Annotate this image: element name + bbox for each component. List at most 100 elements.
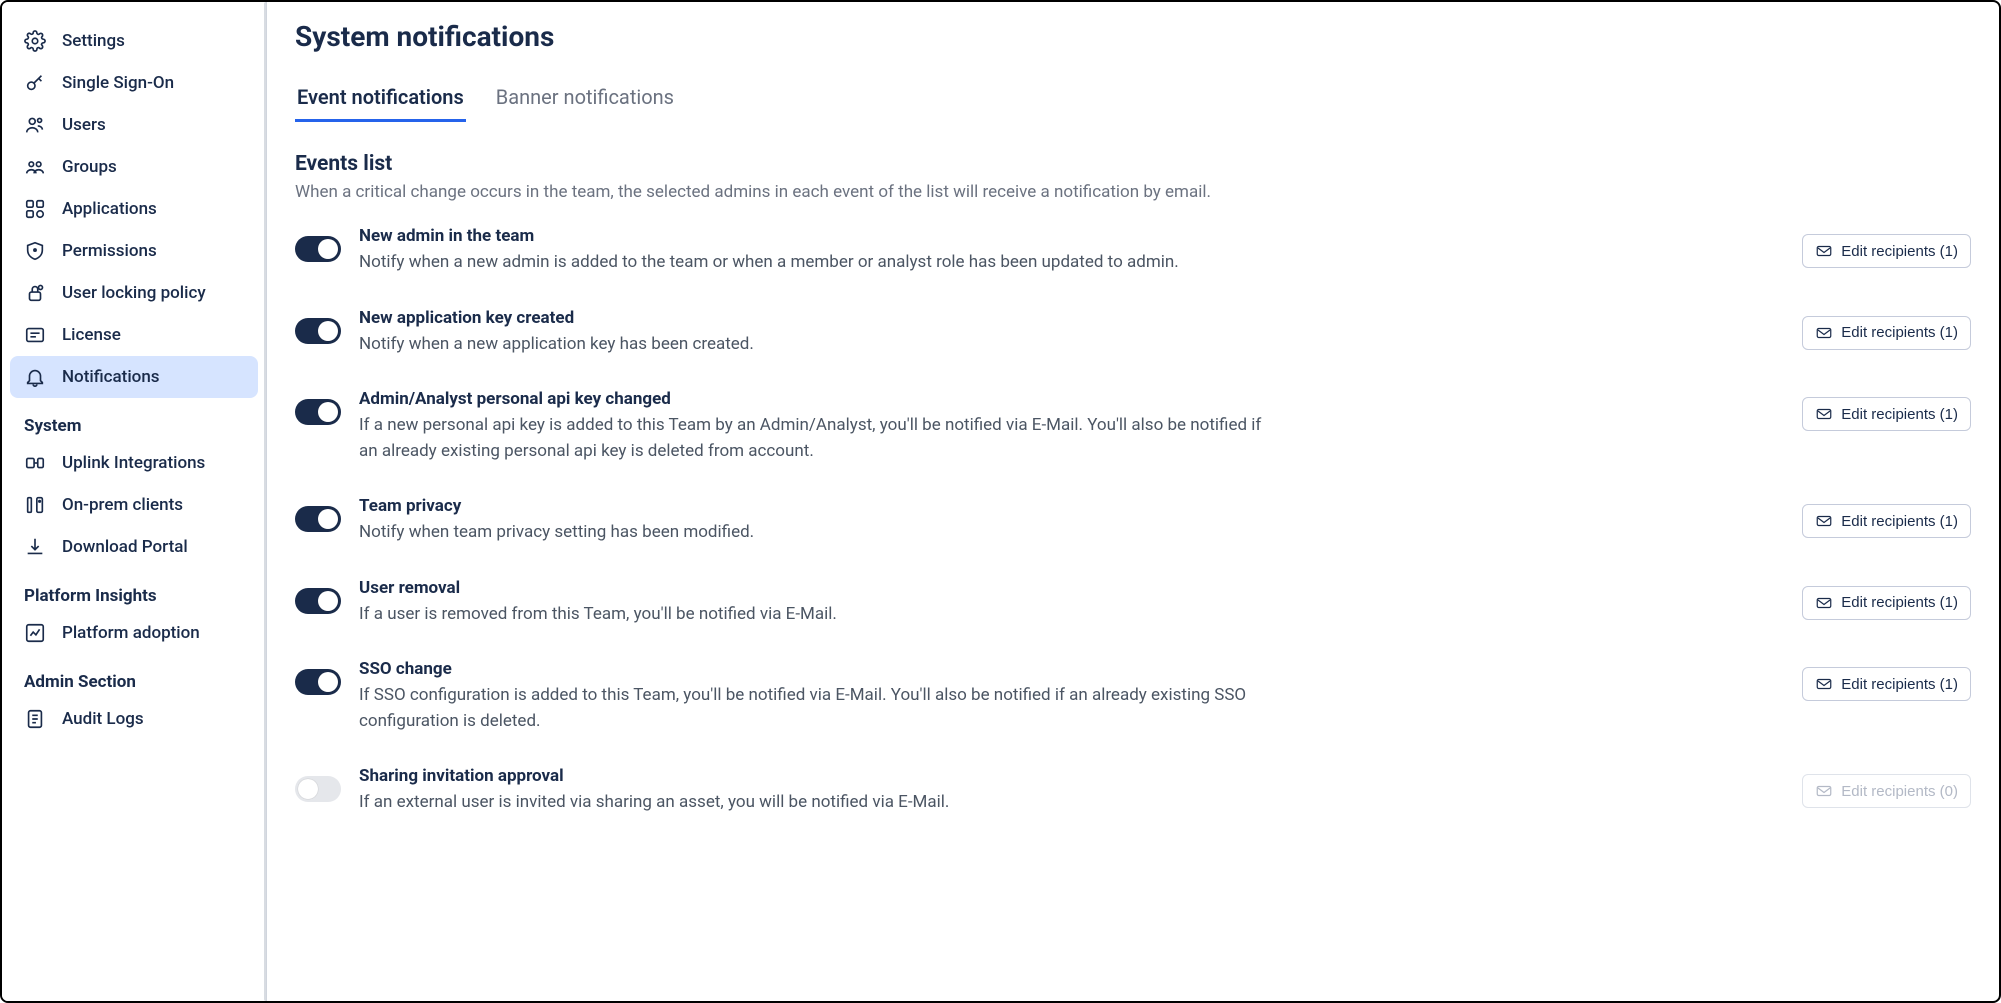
uplink-icon (24, 452, 46, 474)
sidebar-item-label: Platform adoption (62, 623, 200, 643)
mail-icon (1815, 675, 1833, 693)
event-toggle[interactable] (295, 236, 341, 262)
sidebar-item-license[interactable]: License (10, 314, 258, 356)
mail-icon (1815, 405, 1833, 423)
sidebar-item-label: Groups (62, 157, 117, 177)
event-text: New application key createdNotify when a… (359, 308, 1784, 358)
mail-icon (1815, 324, 1833, 342)
event-toggle[interactable] (295, 776, 341, 802)
sidebar-section-header: System (10, 398, 258, 442)
events-list-description: When a critical change occurs in the tea… (295, 182, 1971, 202)
server-icon (24, 494, 46, 516)
event-text: SSO changeIf SSO configuration is added … (359, 659, 1784, 734)
sidebar-item-notifications[interactable]: Notifications (10, 356, 258, 398)
edit-recipients-button[interactable]: Edit recipients (1) (1802, 397, 1971, 431)
event-row: SSO changeIf SSO configuration is added … (295, 649, 1971, 756)
event-toggle[interactable] (295, 506, 341, 532)
event-title: Sharing invitation approval (359, 766, 1784, 786)
event-description: Notify when a new application key has be… (359, 332, 1279, 358)
sidebar-item-label: On-prem clients (62, 495, 183, 515)
nav-list: Audit Logs (10, 698, 258, 740)
log-icon (24, 708, 46, 730)
sidebar-item-label: Notifications (62, 367, 160, 387)
event-text: Team privacyNotify when team privacy set… (359, 496, 1784, 546)
sidebar-item-label: Settings (62, 31, 125, 51)
event-toggle[interactable] (295, 399, 341, 425)
event-text: Admin/Analyst personal api key changed If… (359, 389, 1784, 464)
event-row: Sharing invitation approvalIf an externa… (295, 756, 1971, 838)
sidebar-item-user-locking[interactable]: User locking policy (10, 272, 258, 314)
sidebar-item-label: License (62, 325, 121, 345)
sidebar-section-header: Admin Section (10, 654, 258, 698)
sidebar-item-uplink[interactable]: Uplink Integrations (10, 442, 258, 484)
sidebar-item-label: Users (62, 115, 106, 135)
edit-recipients-label: Edit recipients (1) (1841, 243, 1958, 260)
sidebar-item-adoption[interactable]: Platform adoption (10, 612, 258, 654)
sidebar-item-label: Applications (62, 199, 157, 219)
sidebar: Settings Single Sign-On Users Groups Applica… (2, 2, 267, 1001)
event-description: If a new personal api key is added to th… (359, 413, 1279, 464)
sidebar-section-header: Platform Insights (10, 568, 258, 612)
sidebar-item-applications[interactable]: Applications (10, 188, 258, 230)
sidebar-item-label: Single Sign-On (62, 73, 174, 93)
sidebar-item-settings[interactable]: Settings (10, 20, 258, 62)
gear-icon (24, 30, 46, 52)
apps-icon (24, 198, 46, 220)
edit-recipients-button: Edit recipients (0) (1802, 774, 1971, 808)
edit-recipients-button[interactable]: Edit recipients (1) (1802, 316, 1971, 350)
bell-icon (24, 366, 46, 388)
tab-event[interactable]: Event notifications (295, 75, 466, 122)
groups-icon (24, 156, 46, 178)
nav-list: Settings Single Sign-On Users Groups Applica… (10, 20, 258, 398)
events-list: New admin in the team Notify when a new a… (295, 216, 1971, 838)
tab-banner[interactable]: Banner notifications (494, 75, 676, 122)
license-icon (24, 324, 46, 346)
edit-recipients-button[interactable]: Edit recipients (1) (1802, 504, 1971, 538)
sidebar-item-users[interactable]: Users (10, 104, 258, 146)
sidebar-item-download[interactable]: Download Portal (10, 526, 258, 568)
event-row: Admin/Analyst personal api key changed If… (295, 379, 1971, 486)
main-content: System notifications Event notifications… (267, 2, 1999, 1001)
sidebar-item-label: Audit Logs (62, 709, 144, 729)
event-description: Notify when a new admin is added to the … (359, 250, 1279, 276)
event-text: Sharing invitation approvalIf an externa… (359, 766, 1784, 816)
edit-recipients-button[interactable]: Edit recipients (1) (1802, 586, 1971, 620)
edit-recipients-button[interactable]: Edit recipients (1) (1802, 667, 1971, 701)
event-toggle[interactable] (295, 318, 341, 344)
edit-recipients-label: Edit recipients (1) (1841, 406, 1958, 423)
mail-icon (1815, 594, 1833, 612)
mail-icon (1815, 242, 1833, 260)
event-toggle[interactable] (295, 669, 341, 695)
event-title: New admin in the team (359, 226, 1784, 246)
event-description: If a user is removed from this Team, you… (359, 602, 1279, 628)
sidebar-item-permissions[interactable]: Permissions (10, 230, 258, 272)
users-icon (24, 114, 46, 136)
event-row: New application key createdNotify when a… (295, 298, 1971, 380)
event-row: User removal If a user is removed from th… (295, 568, 1971, 650)
edit-recipients-label: Edit recipients (0) (1841, 783, 1958, 800)
nav-list: Platform adoption (10, 612, 258, 654)
sidebar-item-label: Download Portal (62, 537, 188, 557)
event-title: User removal (359, 578, 1784, 598)
sidebar-item-sso[interactable]: Single Sign-On (10, 62, 258, 104)
event-text: User removal If a user is removed from th… (359, 578, 1784, 628)
sidebar-item-label: Permissions (62, 241, 157, 261)
sidebar-item-groups[interactable]: Groups (10, 146, 258, 188)
event-text: New admin in the team Notify when a new a… (359, 226, 1784, 276)
shield-icon (24, 240, 46, 262)
app-frame: Settings Single Sign-On Users Groups Applica… (0, 0, 2001, 1003)
event-row: New admin in the team Notify when a new a… (295, 216, 1971, 298)
chart-icon (24, 622, 46, 644)
events-list-heading: Events list (295, 152, 1971, 176)
event-toggle[interactable] (295, 588, 341, 614)
key-icon (24, 72, 46, 94)
sidebar-item-label: Uplink Integrations (62, 453, 205, 473)
sidebar-item-label: User locking policy (62, 283, 206, 303)
sidebar-item-onprem[interactable]: On-prem clients (10, 484, 258, 526)
event-title: Admin/Analyst personal api key changed (359, 389, 1784, 409)
edit-recipients-label: Edit recipients (1) (1841, 324, 1958, 341)
sidebar-item-audit[interactable]: Audit Logs (10, 698, 258, 740)
edit-recipients-label: Edit recipients (1) (1841, 594, 1958, 611)
edit-recipients-button[interactable]: Edit recipients (1) (1802, 234, 1971, 268)
download-icon (24, 536, 46, 558)
